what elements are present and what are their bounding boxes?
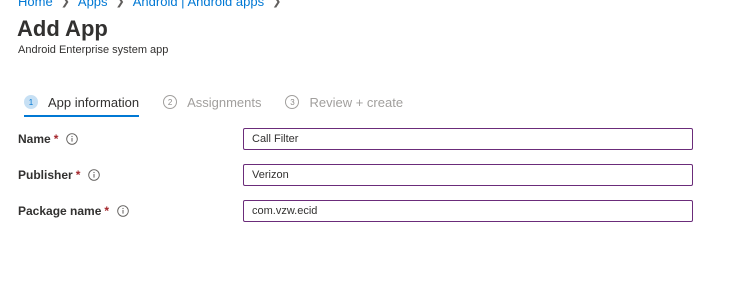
info-icon[interactable] bbox=[66, 133, 79, 145]
name-label: Name bbox=[18, 132, 51, 146]
tab-review-create[interactable]: 3 Review + create bbox=[285, 88, 403, 116]
tab-assignments[interactable]: 2 Assignments bbox=[163, 88, 261, 116]
step-number-3: 3 bbox=[285, 95, 300, 109]
required-marker: * bbox=[104, 204, 110, 218]
page-subtitle: Android Enterprise system app bbox=[18, 44, 169, 56]
required-marker: * bbox=[53, 132, 59, 146]
package-name-row: Package name * bbox=[18, 200, 698, 222]
chevron-right-icon: ❯ bbox=[272, 0, 282, 8]
publisher-label-group: Publisher * bbox=[18, 164, 101, 186]
name-label-group: Name * bbox=[18, 128, 79, 150]
publisher-row: Publisher * bbox=[18, 164, 698, 186]
step-label-app-information: App information bbox=[48, 94, 140, 110]
name-input[interactable] bbox=[243, 128, 693, 150]
step-number-1: 1 bbox=[24, 95, 38, 109]
info-icon[interactable] bbox=[117, 205, 129, 217]
chevron-right-icon: ❯ bbox=[115, 0, 125, 8]
breadcrumb: Home ❯ Apps ❯ Android | Android apps ❯ bbox=[18, 0, 289, 9]
wizard-steps: 1 App information 2 Assignments 3 Review… bbox=[24, 88, 427, 117]
package-name-label: Package name bbox=[18, 204, 102, 218]
package-name-input[interactable] bbox=[243, 200, 693, 222]
breadcrumb-android-apps[interactable]: Android | Android apps bbox=[133, 0, 264, 9]
required-marker: * bbox=[75, 168, 81, 182]
tab-app-information[interactable]: 1 App information bbox=[24, 88, 140, 117]
publisher-label: Publisher bbox=[18, 168, 73, 182]
step-label-assignments: Assignments bbox=[187, 94, 262, 110]
name-row: Name * bbox=[18, 128, 698, 150]
chevron-right-icon: ❯ bbox=[60, 0, 70, 8]
publisher-input[interactable] bbox=[243, 164, 693, 186]
step-number-2: 2 bbox=[163, 95, 178, 109]
package-name-label-group: Package name * bbox=[18, 200, 129, 222]
breadcrumb-apps[interactable]: Apps bbox=[78, 0, 108, 9]
info-icon[interactable] bbox=[88, 169, 101, 181]
breadcrumb-home[interactable]: Home bbox=[18, 0, 53, 9]
page-title: Add App bbox=[17, 16, 108, 41]
step-label-review-create: Review + create bbox=[309, 94, 404, 110]
